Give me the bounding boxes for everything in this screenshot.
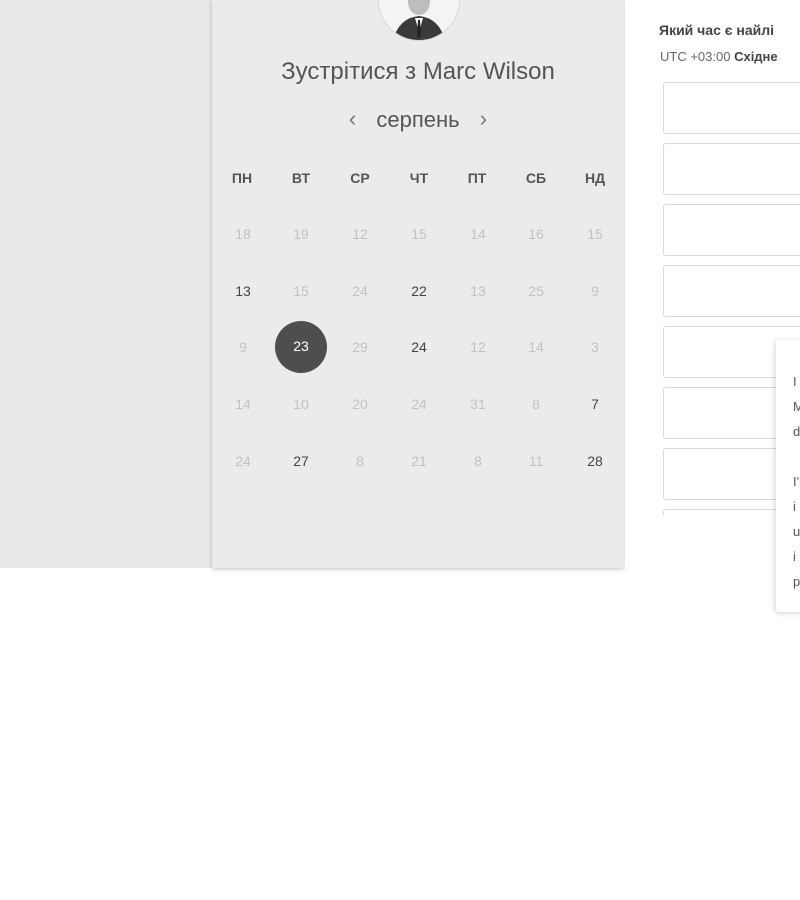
calendar-day: 8 [356, 453, 364, 469]
popover-text-line: I [793, 374, 797, 389]
popover-text-line: i [793, 499, 796, 514]
time-slot-button[interactable] [663, 204, 800, 256]
timezone-offset: UTC +03:00 [660, 49, 731, 64]
calendar-day[interactable]: 13 [217, 265, 269, 317]
calendar-day: 15 [293, 283, 309, 299]
title-prefix: Зустрітися з [281, 58, 417, 85]
calendar-day[interactable]: 28 [569, 435, 621, 487]
weekday-header: СР [350, 170, 370, 186]
calendar-day: 12 [352, 226, 368, 242]
calendar-day: 15 [587, 226, 603, 242]
calendar-day[interactable]: 24 [393, 321, 445, 373]
calendar-day[interactable]: 22 [393, 265, 445, 317]
timezone-name[interactable]: Східне [734, 49, 778, 64]
calendar-day: 3 [591, 339, 599, 355]
calendar-day: 15 [411, 226, 427, 242]
calendar-day: 16 [528, 226, 544, 242]
time-slot-button[interactable] [663, 265, 800, 317]
calendar-day[interactable]: 27 [275, 435, 327, 487]
weekday-header: ПН [231, 170, 253, 186]
time-slot-button[interactable] [663, 143, 800, 195]
calendar-day: 24 [235, 453, 251, 469]
calendar-panel: Зустрітися з Marc Wilson ‹ серпень › ПН … [212, 0, 624, 568]
popover-text-line: i [793, 549, 796, 564]
page-title: Зустрітися з Marc Wilson [212, 58, 624, 86]
calendar-day: 12 [470, 339, 486, 355]
calendar-day: 14 [470, 226, 486, 242]
host-name: Marc Wilson [422, 58, 555, 85]
calendar-day: 24 [411, 396, 427, 412]
popover-text-line: M [793, 399, 800, 414]
prev-month-icon[interactable]: ‹ [335, 106, 370, 132]
popover-text-line: d [793, 424, 800, 439]
month-navigation: ‹ серпень › [212, 106, 624, 133]
calendar-day[interactable]: 7 [569, 378, 621, 430]
calendar-day: 8 [532, 396, 540, 412]
calendar-day: 11 [528, 453, 544, 469]
timezone-line: UTC +03:00 Східне [660, 49, 778, 64]
calendar-day: 13 [470, 283, 486, 299]
calendar-day: 29 [352, 339, 368, 355]
calendar-day: 21 [411, 453, 427, 469]
weekday-header: НД [584, 170, 606, 186]
calendar-day: 9 [591, 283, 599, 299]
calendar-day: 14 [235, 396, 251, 412]
calendar-day: 19 [293, 226, 309, 242]
time-slot-button[interactable] [663, 82, 800, 134]
popover-text-line: u [793, 524, 800, 539]
calendar-day: 24 [352, 283, 368, 299]
calendar-day: 18 [235, 226, 251, 242]
selected-day[interactable]: 23 [275, 321, 327, 373]
calendar-day: 8 [474, 453, 482, 469]
host-info-popover: I Md I' i u i p [776, 340, 800, 612]
next-month-icon[interactable]: › [466, 106, 501, 132]
weekday-header: ВТ [291, 170, 311, 186]
weekday-header: ЧТ [409, 170, 429, 186]
host-avatar [379, 0, 459, 40]
month-label: серпень [376, 107, 460, 132]
calendar-day: 14 [528, 339, 544, 355]
popover-text-line: I' [793, 474, 800, 489]
weekday-header: СБ [525, 170, 547, 186]
time-panel: Який час є найлі UTC +03:00 Східне [625, 0, 800, 568]
left-background [0, 0, 212, 568]
popover-text-line: p [793, 574, 800, 589]
calendar-day: 9 [239, 339, 247, 355]
calendar-day: 20 [352, 396, 368, 412]
calendar-day: 10 [293, 396, 309, 412]
timezone-question: Який час є найлі [659, 22, 775, 38]
weekday-header: ПТ [467, 170, 487, 186]
calendar-day: 31 [470, 396, 486, 412]
calendar-day: 25 [528, 283, 544, 299]
